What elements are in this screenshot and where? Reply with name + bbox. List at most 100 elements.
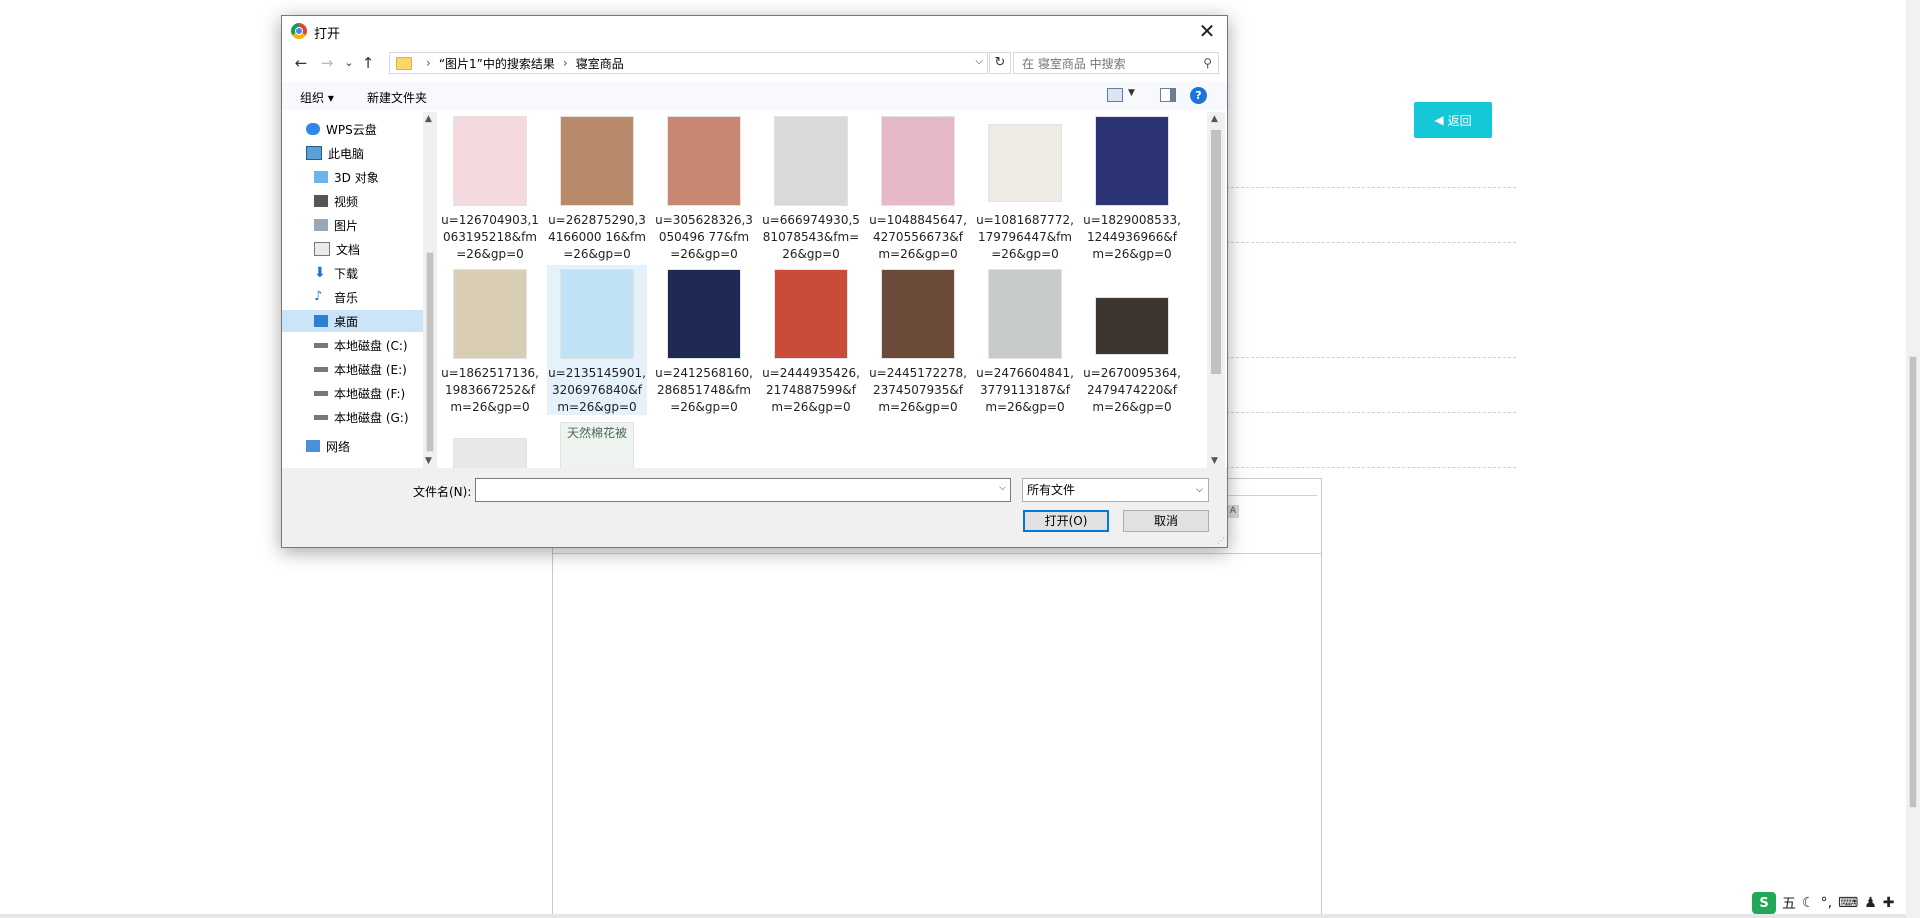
computer-icon bbox=[306, 146, 322, 160]
up-arrow-icon[interactable]: ↑ bbox=[357, 52, 379, 74]
sogou-logo-icon[interactable]: S bbox=[1752, 892, 1776, 914]
search-icon[interactable]: ⚲ bbox=[1203, 56, 1212, 70]
forward-arrow-icon[interactable]: → bbox=[316, 52, 338, 74]
file-item[interactable]: 天然棉花被 bbox=[547, 418, 647, 468]
address-bar[interactable]: › “图片1”中的搜索结果 › 寝室商品 ⌵ bbox=[389, 52, 988, 74]
file-item[interactable]: u=1862517136,1983667252&fm=26&gp=0 bbox=[440, 265, 540, 415]
chevron-down-icon[interactable]: ⌵ bbox=[999, 483, 1006, 493]
filename-label: 文件名(N): bbox=[413, 485, 472, 499]
file-item[interactable]: u=2412568160,286851748&fm=26&gp=0 bbox=[654, 265, 754, 415]
user-icon[interactable]: ♟ bbox=[1864, 895, 1877, 911]
scroll-up-icon[interactable]: ▲ bbox=[1211, 114, 1218, 124]
navigation-scrollbar[interactable]: ▲ ▼ bbox=[423, 112, 437, 468]
search-box[interactable]: ⚲ bbox=[1013, 52, 1219, 74]
network-icon bbox=[306, 440, 320, 452]
nav-item-documents[interactable]: 文档 bbox=[282, 238, 423, 260]
font-color-icon[interactable]: A bbox=[1227, 505, 1239, 518]
file-item[interactable]: u=1048845647,4270556673&fm=26&gp=0 bbox=[868, 112, 968, 262]
file-thumbnail bbox=[453, 438, 527, 468]
back-arrow-icon[interactable]: ← bbox=[290, 52, 312, 74]
file-item[interactable]: u=126704903,1063195218&fm=26&gp=0 bbox=[440, 112, 540, 262]
drive-icon bbox=[314, 390, 328, 396]
documents-icon bbox=[314, 242, 330, 256]
nav-item-videos[interactable]: 视频 bbox=[282, 190, 423, 212]
grid-icon[interactable]: ✚ bbox=[1883, 895, 1895, 911]
refresh-icon[interactable]: ↻ bbox=[989, 52, 1011, 74]
preview-pane-icon[interactable] bbox=[1160, 88, 1176, 102]
keyboard-icon[interactable]: ⌨ bbox=[1838, 895, 1858, 911]
file-item[interactable]: u=666974930,581078543&fm=26&gp=0 bbox=[761, 112, 861, 262]
file-thumbnail bbox=[453, 269, 527, 359]
file-item[interactable]: u=2445172278,2374507935&fm=26&gp=0 bbox=[868, 265, 968, 415]
scroll-down-icon[interactable]: ▼ bbox=[425, 456, 432, 466]
file-name: u=305628326,3050496 77&fm=26&gp=0 bbox=[655, 213, 753, 261]
file-item[interactable]: u=2135145901,3206976840&fm=26&gp=0 bbox=[547, 265, 647, 415]
chevron-down-icon[interactable]: ⌵ bbox=[1196, 479, 1203, 501]
file-thumbnail bbox=[667, 116, 741, 206]
view-options-chevron-icon[interactable]: ▼ bbox=[1128, 88, 1135, 98]
file-item[interactable]: u=2444935426,2174887599&fm=26&gp=0 bbox=[761, 265, 861, 415]
nav-item-wps-cloud[interactable]: WPS云盘 bbox=[282, 118, 423, 140]
nav-item-3d-objects[interactable]: 3D 对象 bbox=[282, 166, 423, 188]
cancel-button[interactable]: 取消 bbox=[1123, 510, 1209, 532]
nav-item-music[interactable]: ♪ 音乐 bbox=[282, 286, 423, 308]
breadcrumb-item[interactable]: 寝室商品 bbox=[576, 55, 624, 72]
nav-item-label: 图片 bbox=[334, 218, 359, 233]
file-item[interactable]: u=1829008533,1244936966&fm=26&gp=0 bbox=[1082, 112, 1182, 262]
file-item[interactable]: u=2670095364,2479474220&fm=26&gp=0 bbox=[1082, 265, 1182, 415]
ime-mode[interactable]: 五 bbox=[1782, 893, 1796, 913]
file-grid-scrollbar[interactable]: ▲ ▼ bbox=[1207, 112, 1225, 468]
page-scrollbar[interactable] bbox=[1906, 0, 1920, 918]
help-icon[interactable]: ? bbox=[1190, 87, 1207, 104]
file-item[interactable] bbox=[440, 418, 540, 468]
navigation-scrollbar-thumb[interactable] bbox=[426, 252, 434, 452]
file-name: u=2476604841,3779113187&fm=26&gp=0 bbox=[976, 366, 1074, 414]
folder-icon bbox=[396, 56, 412, 70]
file-item[interactable]: u=262875290,34166000 16&fm=26&gp=0 bbox=[547, 112, 647, 262]
nav-item-pictures[interactable]: 图片 bbox=[282, 214, 423, 236]
open-button[interactable]: 打开(O) bbox=[1023, 510, 1109, 532]
file-name: u=262875290,34166000 16&fm=26&gp=0 bbox=[548, 213, 646, 261]
page-scrollbar-thumb[interactable] bbox=[1909, 356, 1917, 808]
file-item[interactable]: u=1081687772,179796447&fm=26&gp=0 bbox=[975, 112, 1075, 262]
nav-item-label: 下载 bbox=[334, 266, 359, 281]
punctuation-icon[interactable]: °, bbox=[1821, 895, 1832, 911]
filename-input[interactable]: ⌵ bbox=[475, 478, 1011, 502]
file-name: u=2670095364,2479474220&fm=26&gp=0 bbox=[1083, 366, 1181, 414]
scroll-down-icon[interactable]: ▼ bbox=[1211, 456, 1218, 466]
new-folder-button[interactable]: 新建文件夹 bbox=[367, 89, 427, 106]
divider bbox=[1226, 242, 1516, 243]
drive-icon bbox=[314, 414, 328, 420]
nav-item-network[interactable]: 网络 bbox=[282, 435, 423, 457]
file-item[interactable]: u=305628326,3050496 77&fm=26&gp=0 bbox=[654, 112, 754, 262]
organize-menu[interactable]: 组织 ▾ bbox=[300, 89, 334, 106]
chevron-down-icon[interactable]: ⌵ bbox=[975, 56, 983, 67]
file-name: u=1829008533,1244936966&fm=26&gp=0 bbox=[1083, 213, 1181, 261]
file-type-select[interactable]: 所有文件 ⌵ bbox=[1022, 478, 1209, 502]
nav-item-drive-c[interactable]: 本地磁盘 (C:) bbox=[282, 334, 423, 356]
breadcrumb-item[interactable]: “图片1”中的搜索结果 bbox=[439, 55, 555, 72]
change-view-icon[interactable] bbox=[1107, 88, 1123, 102]
resize-grip-icon[interactable]: ⋰ bbox=[1217, 536, 1225, 545]
nav-item-drive-e[interactable]: 本地磁盘 (E:) bbox=[282, 358, 423, 380]
file-grid-scrollbar-thumb[interactable] bbox=[1211, 130, 1221, 374]
close-icon[interactable]: ✕ bbox=[1195, 19, 1219, 43]
breadcrumb-separator-icon: › bbox=[562, 56, 568, 70]
nav-item-drive-f[interactable]: 本地磁盘 (F:) bbox=[282, 382, 423, 404]
scroll-up-icon[interactable]: ▲ bbox=[425, 114, 432, 124]
file-thumbnail bbox=[1095, 297, 1169, 355]
download-icon: ⬇ bbox=[314, 265, 326, 281]
nav-item-drive-g[interactable]: 本地磁盘 (G:) bbox=[282, 406, 423, 428]
ime-toolbar[interactable]: S 五 ☾ °, ⌨ ♟ ✚ bbox=[1752, 890, 1906, 916]
moon-icon[interactable]: ☾ bbox=[1802, 895, 1815, 911]
file-grid: u=126704903,1063195218&fm=26&gp=0 u=2628… bbox=[440, 112, 1207, 468]
file-item[interactable]: u=2476604841,3779113187&fm=26&gp=0 bbox=[975, 265, 1075, 415]
file-name: u=1081687772,179796447&fm=26&gp=0 bbox=[976, 213, 1074, 261]
nav-item-downloads[interactable]: ⬇ 下载 bbox=[282, 262, 423, 284]
nav-item-this-pc[interactable]: 此电脑 bbox=[282, 142, 423, 164]
search-input[interactable] bbox=[1020, 55, 1194, 73]
back-button[interactable]: ◀ 返回 bbox=[1414, 102, 1492, 138]
dialog-titlebar[interactable]: 打开 ✕ bbox=[282, 16, 1227, 46]
divider bbox=[1226, 467, 1516, 468]
nav-item-desktop[interactable]: 桌面 bbox=[282, 310, 423, 332]
